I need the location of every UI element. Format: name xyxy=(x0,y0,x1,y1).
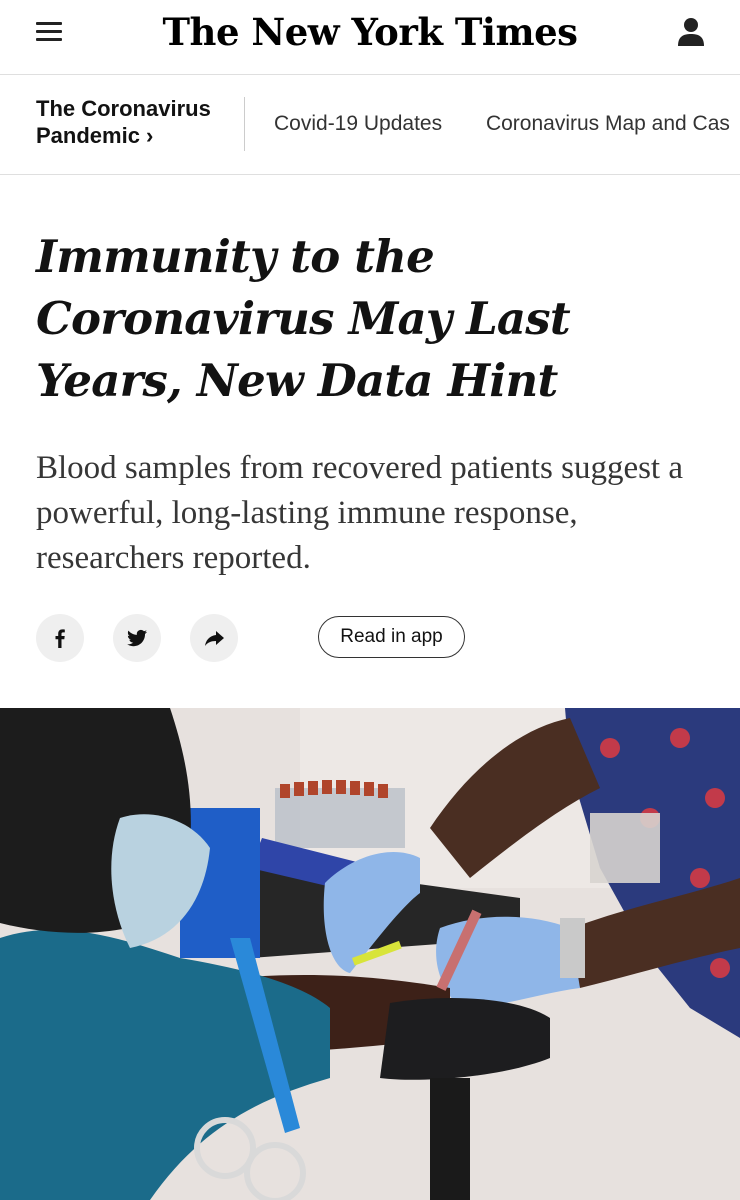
share-arrow-icon xyxy=(205,631,224,646)
section-title-link[interactable]: The Coronavirus Pandemic › xyxy=(36,95,236,149)
masthead: The New York Times xyxy=(0,0,740,75)
section-nav: The Coronavirus Pandemic › Covid-19 Upda… xyxy=(0,75,740,175)
article-headline: Immunity to the Coronavirus May Last Yea… xyxy=(36,230,571,407)
facebook-icon xyxy=(55,629,65,648)
twitter-share-button[interactable] xyxy=(113,614,161,662)
nav-link-coronavirus-map[interactable]: Coronavirus Map and Cas xyxy=(486,112,730,135)
user-icon[interactable] xyxy=(676,16,706,48)
nav-link-covid-updates[interactable]: Covid-19 Updates xyxy=(274,112,442,135)
share-button[interactable] xyxy=(190,614,238,662)
article-summary: Blood samples from recovered patients su… xyxy=(36,450,683,576)
nyt-logo[interactable]: The New York Times xyxy=(0,10,740,54)
section-links: Covid-19 Updates Coronavirus Map and Cas xyxy=(274,112,740,136)
section-divider xyxy=(244,97,245,151)
read-in-app-button[interactable]: Read in app xyxy=(318,616,465,658)
article-lead-photo xyxy=(0,708,740,1200)
twitter-icon xyxy=(127,629,147,647)
facebook-share-button[interactable] xyxy=(36,614,84,662)
